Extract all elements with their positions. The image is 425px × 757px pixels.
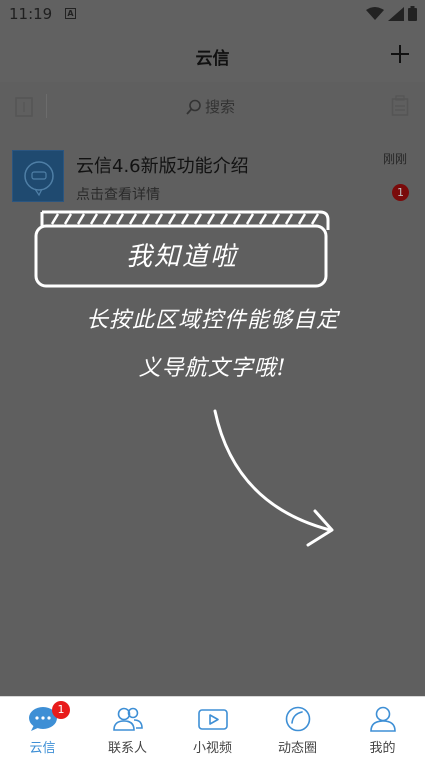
- conversation-preview: 点击查看详情: [76, 187, 160, 203]
- conversation-title: 云信4.6新版功能介绍: [76, 156, 249, 177]
- divider: [46, 94, 47, 118]
- wifi-icon: [366, 6, 384, 20]
- contacts-icon: [112, 705, 143, 733]
- tab-badge: 1: [52, 701, 70, 719]
- tab-label: 我的: [369, 741, 396, 756]
- signal-icon: [388, 6, 404, 21]
- file-icon[interactable]: [14, 96, 34, 118]
- battery-icon: [408, 6, 417, 21]
- tab-short-video[interactable]: 小视频: [170, 697, 255, 757]
- search-input[interactable]: 搜索: [186, 96, 235, 117]
- guide-text-line1: 长按此区域控件能够自定: [85, 308, 339, 333]
- unread-badge: 1: [392, 184, 409, 201]
- got-it-label: 我知道啦: [125, 242, 238, 272]
- clipboard-icon[interactable]: [391, 95, 409, 117]
- status-bar: 11:19 A: [0, 0, 425, 30]
- list-item[interactable]: 云信4.6新版功能介绍 点击查看详情 刚刚 1: [0, 140, 425, 212]
- tab-label: 动态圈: [277, 741, 317, 756]
- status-time: 11:19: [9, 5, 53, 23]
- profile-icon: [368, 705, 398, 733]
- conversation-time: 刚刚: [382, 152, 407, 166]
- avatar: [12, 150, 64, 202]
- search-label: 搜索: [205, 98, 236, 116]
- search-icon: [186, 99, 201, 115]
- page-title: 云信: [195, 49, 230, 69]
- moments-icon: [283, 705, 313, 733]
- tab-label: 小视频: [192, 741, 232, 756]
- a-icon: A: [65, 8, 76, 19]
- chat-bubble-icon: [24, 161, 54, 197]
- tab-yunxin[interactable]: 云信 1: [0, 697, 85, 757]
- tab-label: 云信: [29, 741, 56, 756]
- plus-icon[interactable]: [389, 43, 411, 65]
- search-bar[interactable]: 搜索: [0, 84, 425, 130]
- app-header: 云信: [0, 30, 425, 82]
- tab-me[interactable]: 我的: [340, 697, 425, 757]
- curved-arrow-icon: [213, 409, 334, 547]
- status-indicators: [366, 6, 417, 21]
- bottom-nav: 云信 1 联系人 小视频 动态圈 我的: [0, 696, 425, 757]
- tab-moments[interactable]: 动态圈: [255, 697, 340, 757]
- video-icon: [197, 705, 228, 733]
- guide-text-line2: 义导航文字哦!: [138, 356, 287, 381]
- tab-contacts[interactable]: 联系人: [85, 697, 170, 757]
- tab-label: 联系人: [107, 741, 147, 756]
